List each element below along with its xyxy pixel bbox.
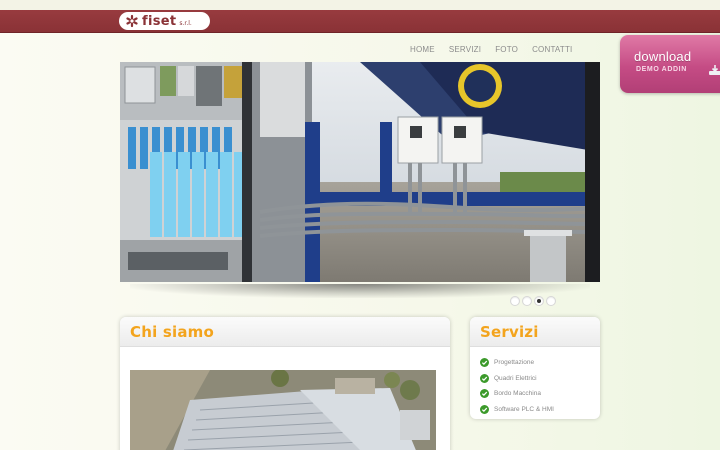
download-demo-addin-button[interactable]: download DEMO ADDIN <box>620 35 720 93</box>
servizi-header: Servizi <box>470 317 600 347</box>
chi-siamo-header: Chi siamo <box>120 317 450 347</box>
slider-pagination <box>510 296 558 306</box>
fiset-logo-icon <box>126 14 138 28</box>
nav-foto[interactable]: FOTO <box>495 45 518 57</box>
servizi-item-label: Software PLC & HMI <box>494 406 554 414</box>
servizi-item-quadri-elettrici[interactable]: Quadri Elettrici <box>480 371 600 387</box>
slider-dot-3[interactable] <box>534 296 544 306</box>
servizi-item-progettazione[interactable]: Progettazione <box>480 355 600 371</box>
check-icon <box>480 358 489 368</box>
slider-dot-1[interactable] <box>510 296 520 306</box>
logo-subtext: s.r.l. <box>179 20 192 27</box>
slider-dot-4[interactable] <box>546 296 556 306</box>
check-icon <box>480 389 489 399</box>
download-subtitle: DEMO ADDIN <box>636 66 687 73</box>
chi-siamo-title: Chi siamo <box>130 322 214 341</box>
top-strip <box>0 0 720 10</box>
logo[interactable]: fiset s.r.l. <box>119 12 210 30</box>
servizi-panel: Servizi Progettazione Quadri Elettrici B… <box>470 317 600 419</box>
servizi-item-label: Bordo Macchina <box>494 390 541 398</box>
download-title: download <box>634 49 692 64</box>
check-icon <box>480 405 489 415</box>
slider-dot-2[interactable] <box>522 296 532 306</box>
header-bar: fiset s.r.l. <box>0 10 720 33</box>
nav-home[interactable]: HOME <box>410 45 435 57</box>
check-icon <box>480 373 489 383</box>
download-arrow-icon <box>709 65 720 75</box>
chi-siamo-panel: Chi siamo <box>120 317 450 450</box>
servizi-item-bordo-macchina[interactable]: Bordo Macchina <box>480 386 600 402</box>
logo-text: fiset <box>142 13 177 29</box>
servizi-list: Progettazione Quadri Elettrici Bordo Mac… <box>470 347 600 417</box>
servizi-item-software-plc-hmi[interactable]: Software PLC & HMI <box>480 402 600 418</box>
servizi-item-label: Quadri Elettrici <box>494 374 537 382</box>
servizi-title: Servizi <box>480 322 539 341</box>
aerial-photo <box>130 370 436 450</box>
nav-contatti[interactable]: CONTATTI <box>532 45 572 57</box>
nav-servizi[interactable]: SERVIZI <box>449 45 481 57</box>
main-nav: HOME SERVIZI FOTO CONTATTI <box>400 45 572 57</box>
hero-slider-image <box>120 62 600 282</box>
servizi-item-label: Progettazione <box>494 359 535 367</box>
